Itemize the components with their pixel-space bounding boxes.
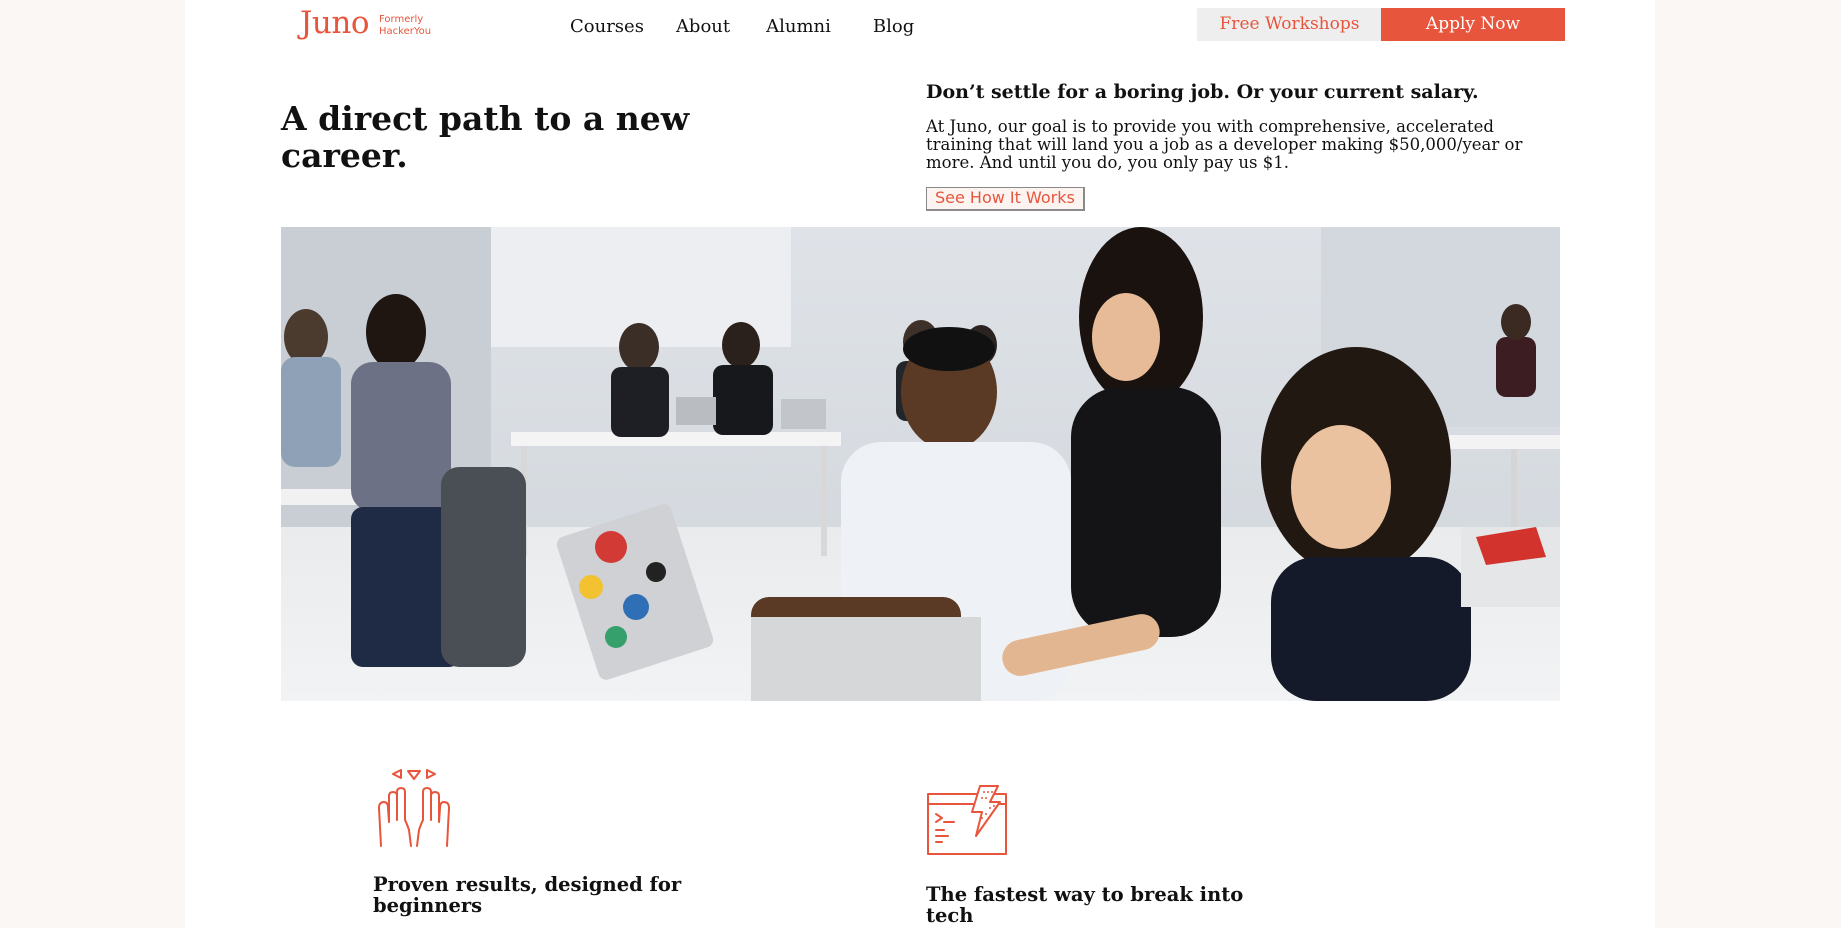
main-nav: Courses About Alumni Blog xyxy=(570,16,914,37)
logo[interactable]: Juno Formerly HackerYou xyxy=(300,6,439,40)
hero-title: A direct path to a new career. xyxy=(281,99,690,175)
classroom-photo xyxy=(281,227,1560,701)
hero-intro: Don’t settle for a boring job. Or your c… xyxy=(926,80,1546,211)
logo-wordmark: Juno xyxy=(300,5,370,41)
feature-title: Proven results, designed for beginners xyxy=(373,873,682,917)
feature-proven-results: Proven results, designed for beginners xyxy=(373,768,703,916)
free-workshops-button[interactable]: Free Workshops xyxy=(1197,8,1382,41)
hero-description: At Juno, our goal is to provide you with… xyxy=(926,117,1523,172)
logo-subtitle: Formerly HackerYou xyxy=(379,14,432,37)
nav-alumni[interactable]: Alumni xyxy=(766,16,831,37)
feature-title: The fastest way to break into tech xyxy=(926,883,1244,927)
nav-blog[interactable]: Blog xyxy=(873,16,914,37)
hero-subtitle: Don’t settle for a boring job. Or your c… xyxy=(926,81,1479,103)
nav-courses[interactable]: Courses xyxy=(570,16,644,37)
raised-hands-icon xyxy=(378,769,450,847)
feature-fastest-way: The fastest way to break into tech xyxy=(926,784,1256,926)
page-container: Juno Formerly HackerYou Courses About Al… xyxy=(185,0,1655,928)
code-window-lightning-icon xyxy=(927,785,1007,855)
see-how-it-works-button[interactable]: See How It Works xyxy=(926,187,1085,211)
nav-about[interactable]: About xyxy=(676,16,730,37)
apply-now-button[interactable]: Apply Now xyxy=(1381,8,1565,41)
